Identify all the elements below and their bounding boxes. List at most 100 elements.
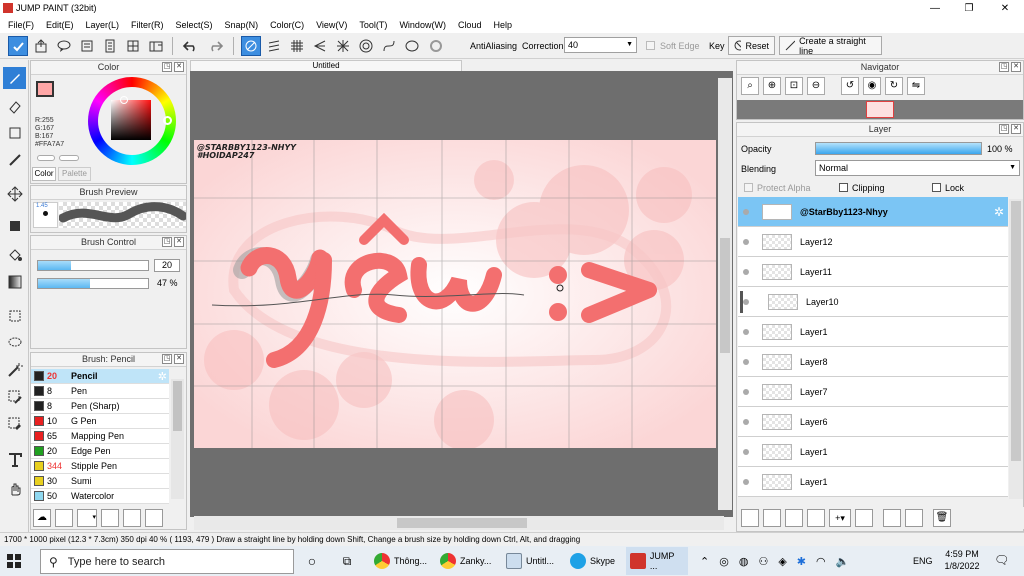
new-layer-icon[interactable]: [741, 509, 759, 527]
cloud-sync-icon[interactable]: [8, 36, 28, 56]
menu-color[interactable]: Color(C): [264, 17, 310, 33]
wifi-icon[interactable]: ◠: [816, 555, 826, 568]
close-panel-icon[interactable]: ✕: [174, 62, 184, 72]
snap-grid-icon[interactable]: [287, 36, 307, 56]
maximize-button[interactable]: ❐: [952, 0, 986, 17]
flip-icon[interactable]: ⇋: [907, 77, 925, 95]
layer-row[interactable]: Layer8: [738, 347, 1008, 377]
shield-icon[interactable]: ◈: [778, 555, 786, 568]
snap-curve-icon[interactable]: [379, 36, 399, 56]
rotate-right-icon[interactable]: ↻: [885, 77, 903, 95]
gradient-tool-icon[interactable]: [3, 271, 26, 293]
zoom-actual-icon[interactable]: ⊡: [785, 77, 803, 95]
layer-clear-icon[interactable]: [905, 509, 923, 527]
reset-rotation-icon[interactable]: ◉: [863, 77, 881, 95]
sync-icon[interactable]: ◎: [719, 555, 729, 568]
tab-color[interactable]: Color: [32, 167, 56, 181]
folder-icon[interactable]: [123, 509, 141, 527]
undock-icon[interactable]: ◳: [162, 237, 172, 247]
snap-parallel-icon[interactable]: [264, 36, 284, 56]
color-mode-toggle-a[interactable]: [37, 155, 55, 161]
layer-row[interactable]: Layer11: [738, 257, 1008, 287]
rectangle-tool-icon[interactable]: [3, 122, 26, 144]
copy-layer-icon[interactable]: [763, 509, 781, 527]
eraser-tool-icon[interactable]: [3, 95, 26, 117]
visibility-icon[interactable]: [738, 268, 754, 275]
menu-help[interactable]: Help: [487, 17, 518, 33]
menu-tool[interactable]: Tool(T): [353, 17, 393, 33]
lasso-tool-icon[interactable]: [3, 332, 26, 354]
steam-icon[interactable]: ◍: [739, 555, 749, 568]
layer-row[interactable]: Layer1: [738, 467, 1008, 497]
color-mode-toggle-b[interactable]: [59, 155, 79, 161]
move-tool-icon[interactable]: [3, 183, 26, 205]
protect-alpha-checkbox[interactable]: [744, 183, 753, 192]
menu-file[interactable]: File(F): [2, 17, 40, 33]
undock-icon[interactable]: ◳: [999, 62, 1009, 72]
people-icon[interactable]: ⚇: [758, 555, 768, 568]
brush-list-scrollbar[interactable]: [171, 379, 184, 499]
close-panel-icon[interactable]: ✕: [174, 354, 184, 364]
document-icon[interactable]: [100, 36, 120, 56]
correction-dropdown[interactable]: 40 ▼: [564, 37, 637, 53]
layer-row[interactable]: Layer1: [738, 317, 1008, 347]
taskbar-app-chrome-2[interactable]: Zanky...: [436, 547, 498, 575]
menu-window[interactable]: Window(W): [393, 17, 452, 33]
smudge-tool-icon[interactable]: [3, 149, 26, 171]
layer-list-scrollbar[interactable]: [1009, 199, 1023, 499]
brush-item[interactable]: 8 Pen: [31, 384, 169, 399]
zoom-out-icon[interactable]: ⊖: [807, 77, 825, 95]
volume-icon[interactable]: 🔈: [836, 555, 850, 568]
task-view-icon[interactable]: ⧉: [338, 552, 356, 570]
close-panel-icon[interactable]: ✕: [174, 237, 184, 247]
menu-snap[interactable]: Snap(N): [219, 17, 265, 33]
taskbar-search[interactable]: ⚲ Type here to search: [40, 549, 294, 574]
select-rect-tool-icon[interactable]: [3, 305, 26, 327]
brush-item[interactable]: 10 G Pen: [31, 414, 169, 429]
soft-edge-checkbox[interactable]: [646, 41, 655, 50]
copy-brush-icon[interactable]: [101, 509, 119, 527]
drawing-canvas[interactable]: @STARBBY1123-NHYY #HOIDAP247: [194, 140, 716, 448]
page-icon[interactable]: [77, 36, 97, 56]
gear-icon[interactable]: ✲: [994, 205, 1004, 219]
visibility-icon[interactable]: [738, 448, 754, 455]
brush-size-slider[interactable]: [37, 260, 149, 271]
layer-row[interactable]: Layer12: [738, 227, 1008, 257]
bluetooth-icon[interactable]: ✱: [797, 555, 806, 568]
taskbar-app-notepad[interactable]: Untitl...: [502, 547, 562, 575]
lock-checkbox[interactable]: [932, 183, 941, 192]
visibility-icon[interactable]: [738, 418, 754, 425]
brush-item[interactable]: 8 Pen (Sharp): [31, 399, 169, 414]
brush-tool-icon[interactable]: [3, 67, 26, 89]
add-layer-menu-icon[interactable]: +▾: [829, 509, 851, 527]
menu-filter[interactable]: Filter(R): [125, 17, 170, 33]
rotate-left-icon[interactable]: ↺: [841, 77, 859, 95]
layer-row[interactable]: Layer1: [738, 437, 1008, 467]
brush-item[interactable]: 65 Mapping Pen: [31, 429, 169, 444]
navigator-preview[interactable]: [737, 100, 1023, 119]
scrollbar-thumb[interactable]: [1011, 201, 1021, 461]
brush-menu-icon[interactable]: ▾: [77, 509, 97, 527]
canvas-vscrollbar[interactable]: [718, 78, 732, 510]
snap-radial-icon[interactable]: [333, 36, 353, 56]
merge-down-icon[interactable]: [785, 509, 803, 527]
hue-handle[interactable]: [163, 116, 172, 125]
snap-off-icon[interactable]: [241, 36, 261, 56]
magic-wand-tool-icon[interactable]: [3, 359, 26, 381]
notification-icon[interactable]: 🗨: [994, 553, 1009, 567]
visibility-icon[interactable]: [738, 478, 754, 485]
scrollbar-thumb[interactable]: [173, 381, 182, 431]
color-picker-handle[interactable]: [120, 96, 128, 104]
taskbar-app-skype[interactable]: Skype: [566, 547, 622, 575]
layer-property-icon[interactable]: [807, 509, 825, 527]
duplicate-icon[interactable]: [145, 509, 163, 527]
bucket-tool-icon[interactable]: [3, 244, 26, 266]
grid-page-icon[interactable]: [123, 36, 143, 56]
trash-icon[interactable]: 🗑: [933, 509, 951, 527]
blending-dropdown[interactable]: Normal ▼: [815, 160, 1020, 176]
scrollbar-thumb[interactable]: [720, 238, 730, 353]
undock-icon[interactable]: ◳: [999, 124, 1009, 134]
brush-opacity-slider[interactable]: [37, 278, 149, 289]
text-tool-icon[interactable]: [3, 449, 26, 471]
layout-icon[interactable]: [146, 36, 166, 56]
